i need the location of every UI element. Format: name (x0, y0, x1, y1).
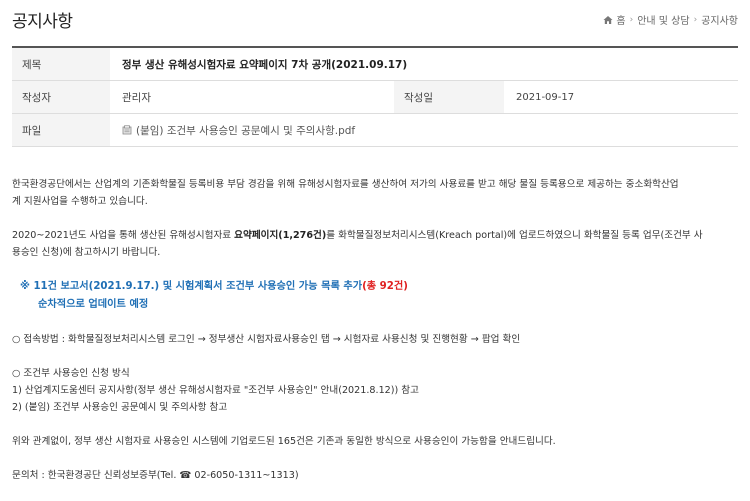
method-item-2: 2) (붙임) 조건부 사용승인 공문예시 및 주의사항 참고 (12, 402, 228, 413)
home-icon[interactable] (603, 15, 613, 25)
method-title: ○ 조건부 사용승인 신청 방식 (12, 368, 130, 379)
file-cell: (붙임) 조건부 사용승인 공문예시 및 주의사항.pdf (110, 114, 738, 146)
notice-line-1: ※ 11건 보고서(2021.9.17.) 및 시험계획서 조건부 사용승인 가… (12, 278, 738, 296)
attachment-link[interactable]: (붙임) 조건부 사용승인 공문예시 및 주의사항.pdf (122, 123, 355, 138)
post-content: 한국환경공단에서는 산업계의 기존화학물질 등록비용 부담 경감을 위해 유해성… (12, 176, 738, 501)
post-info-table: 제목 정부 생산 유해성시험자료 요약페이지 7차 공개(2021.09.17)… (12, 46, 738, 147)
upload-text-c: 를 화학물질정보처리시스템(Kreach portal)에 업로드하였으니 화학… (326, 230, 703, 241)
notice-block: ※ 11건 보고서(2021.9.17.) 및 시험계획서 조건부 사용승인 가… (12, 278, 738, 314)
page-header: 공지사항 홈 › 안내 및 상담 › 공지사항 (0, 0, 750, 36)
breadcrumb-separator: › (693, 14, 698, 25)
breadcrumb-separator: › (629, 14, 634, 25)
breadcrumb-home[interactable]: 홈 (616, 12, 625, 27)
file-row: 파일 (붙임) 조건부 사용승인 공문예시 및 주의사항.pdf (12, 114, 738, 147)
intro-paragraph: 한국환경공단에서는 산업계의 기존화학물질 등록비용 부담 경감을 위해 유해성… (12, 176, 738, 210)
notice-count: (총 92건) (362, 281, 408, 292)
file-icon (122, 125, 132, 135)
subject-label: 제목 (12, 48, 110, 80)
summary-count: 요약페이지(1,276건) (234, 230, 327, 241)
intro-line-1: 한국환경공단에서는 산업계의 기존화학물질 등록비용 부담 경감을 위해 유해성… (12, 179, 679, 190)
author-row: 작성자 관리자 작성일 2021-09-17 (12, 81, 738, 114)
attachment-filename: (붙임) 조건부 사용승인 공문예시 및 주의사항.pdf (136, 124, 356, 137)
upload-paragraph: 2020~2021년도 사업을 통해 생산된 유해성시험자료 요약페이지(1,2… (12, 227, 738, 261)
file-label: 파일 (12, 114, 110, 146)
method-block: ○ 조건부 사용승인 신청 방식 1) 산업계지도움센터 공지사항(정부 생산 … (12, 365, 738, 416)
method-item-1: 1) 산업계지도움센터 공지사항(정부 생산 유해성시험자료 "조건부 사용승인… (12, 385, 419, 396)
notice-text: ※ 11건 보고서(2021.9.17.) 및 시험계획서 조건부 사용승인 가… (20, 281, 363, 292)
breadcrumb-notice[interactable]: 공지사항 (701, 12, 738, 27)
regardless-text: 위와 관계없이, 정부 생산 시험자료 사용승인 시스템에 기업로드된 165건… (12, 436, 556, 447)
breadcrumb-guide[interactable]: 안내 및 상담 (637, 12, 689, 27)
post-author: 관리자 (122, 91, 151, 104)
subject-row: 제목 정부 생산 유해성시험자료 요약페이지 7차 공개(2021.09.17) (12, 48, 738, 81)
date-label: 작성일 (394, 81, 504, 113)
contact-info: 문의처 : 한국환경공단 신뢰성보증부(Tel. ☎ 02-6050-1311~… (12, 470, 299, 481)
breadcrumb: 홈 › 안내 및 상담 › 공지사항 (603, 12, 738, 27)
access-method: ○ 접속방법 : 화학물질정보처리시스템 로그인 → 정부생산 시험자료사용승인… (12, 334, 521, 345)
intro-line-2: 계 지원사업을 수행하고 있습니다. (12, 196, 148, 207)
author-label: 작성자 (12, 81, 110, 113)
upload-line-2: 용승인 신청)에 참고하시기 바랍니다. (12, 247, 161, 258)
contact-block: 문의처 : 한국환경공단 신뢰성보증부(Tel. ☎ 02-6050-1311~… (12, 467, 738, 484)
post-subject: 정부 생산 유해성시험자료 요약페이지 7차 공개(2021.09.17) (122, 58, 408, 71)
regardless-block: 위와 관계없이, 정부 생산 시험자료 사용승인 시스템에 기업로드된 165건… (12, 433, 738, 450)
post-date: 2021-09-17 (516, 91, 575, 103)
page-title: 공지사항 (12, 12, 73, 32)
access-block: ○ 접속방법 : 화학물질정보처리시스템 로그인 → 정부생산 시험자료사용승인… (12, 331, 738, 348)
upload-line-1: 2020~2021년도 사업을 통해 생산된 유해성시험자료 요약페이지(1,2… (12, 227, 738, 244)
notice-line-2: 순차적으로 업데이트 예정 (38, 299, 149, 310)
upload-text-a: 2020~2021년도 사업을 통해 생산된 유해성시험자료 (12, 230, 235, 241)
